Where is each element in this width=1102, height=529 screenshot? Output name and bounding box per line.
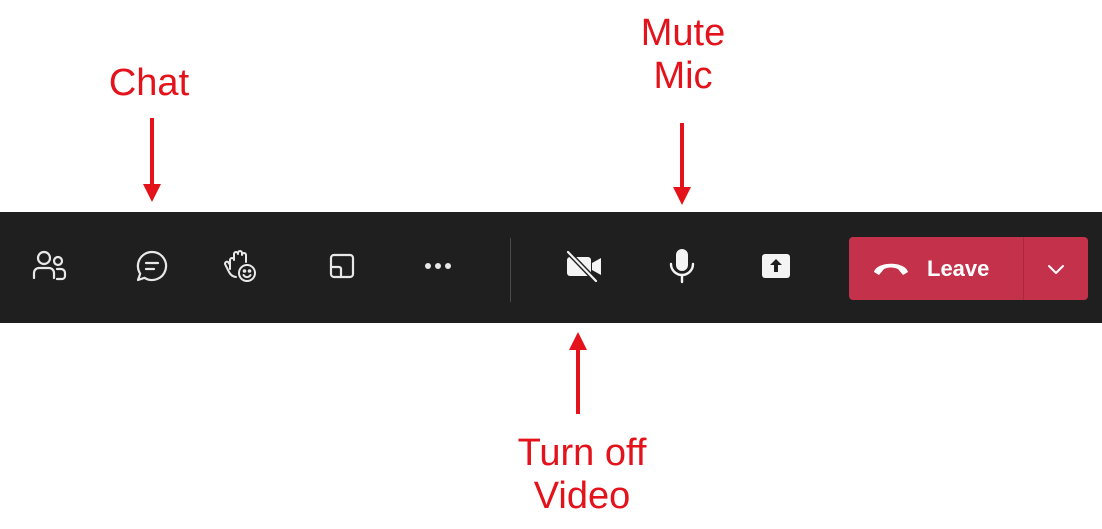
leave-button-group: Leave (849, 237, 1088, 300)
mic-button[interactable] (654, 238, 710, 294)
react-button[interactable] (213, 238, 269, 294)
mic-icon (669, 249, 695, 284)
mute-mic-annotation-line2: Mic (653, 55, 713, 97)
more-icon (425, 263, 451, 269)
raise-hand-react-icon (224, 250, 256, 282)
share-icon (762, 254, 790, 278)
mute-mic-annotation-label: Mute Mic (618, 12, 748, 98)
chat-button[interactable] (124, 238, 180, 294)
chat-icon (136, 250, 168, 282)
mute-mic-annotation-arrow (673, 123, 691, 205)
mute-mic-annotation-line1: Mute (640, 12, 726, 54)
people-icon (32, 250, 67, 281)
hang-up-icon (874, 263, 908, 275)
video-annotation-arrow (569, 332, 587, 414)
leave-button[interactable]: Leave (849, 237, 1023, 300)
chat-annotation-arrow (143, 118, 161, 202)
people-button[interactable] (21, 238, 77, 294)
chevron-down-icon (1048, 264, 1064, 274)
chat-annotation-text: Chat (108, 62, 190, 104)
camera-button[interactable] (556, 238, 612, 294)
video-annotation-line2: Video (533, 475, 631, 517)
toolbar-divider (510, 238, 511, 302)
leave-label: Leave (927, 256, 990, 281)
video-annotation-label: Turn off Video (496, 432, 668, 518)
more-button[interactable] (410, 238, 466, 294)
video-annotation-line1: Turn off (517, 432, 647, 474)
chat-annotation-label: Chat (94, 62, 204, 105)
rooms-icon (329, 253, 355, 279)
share-button[interactable] (748, 238, 804, 294)
rooms-button[interactable] (314, 238, 370, 294)
meeting-toolbar: Leave (0, 212, 1102, 323)
leave-options-button[interactable] (1024, 237, 1088, 300)
camera-off-icon (565, 249, 601, 284)
